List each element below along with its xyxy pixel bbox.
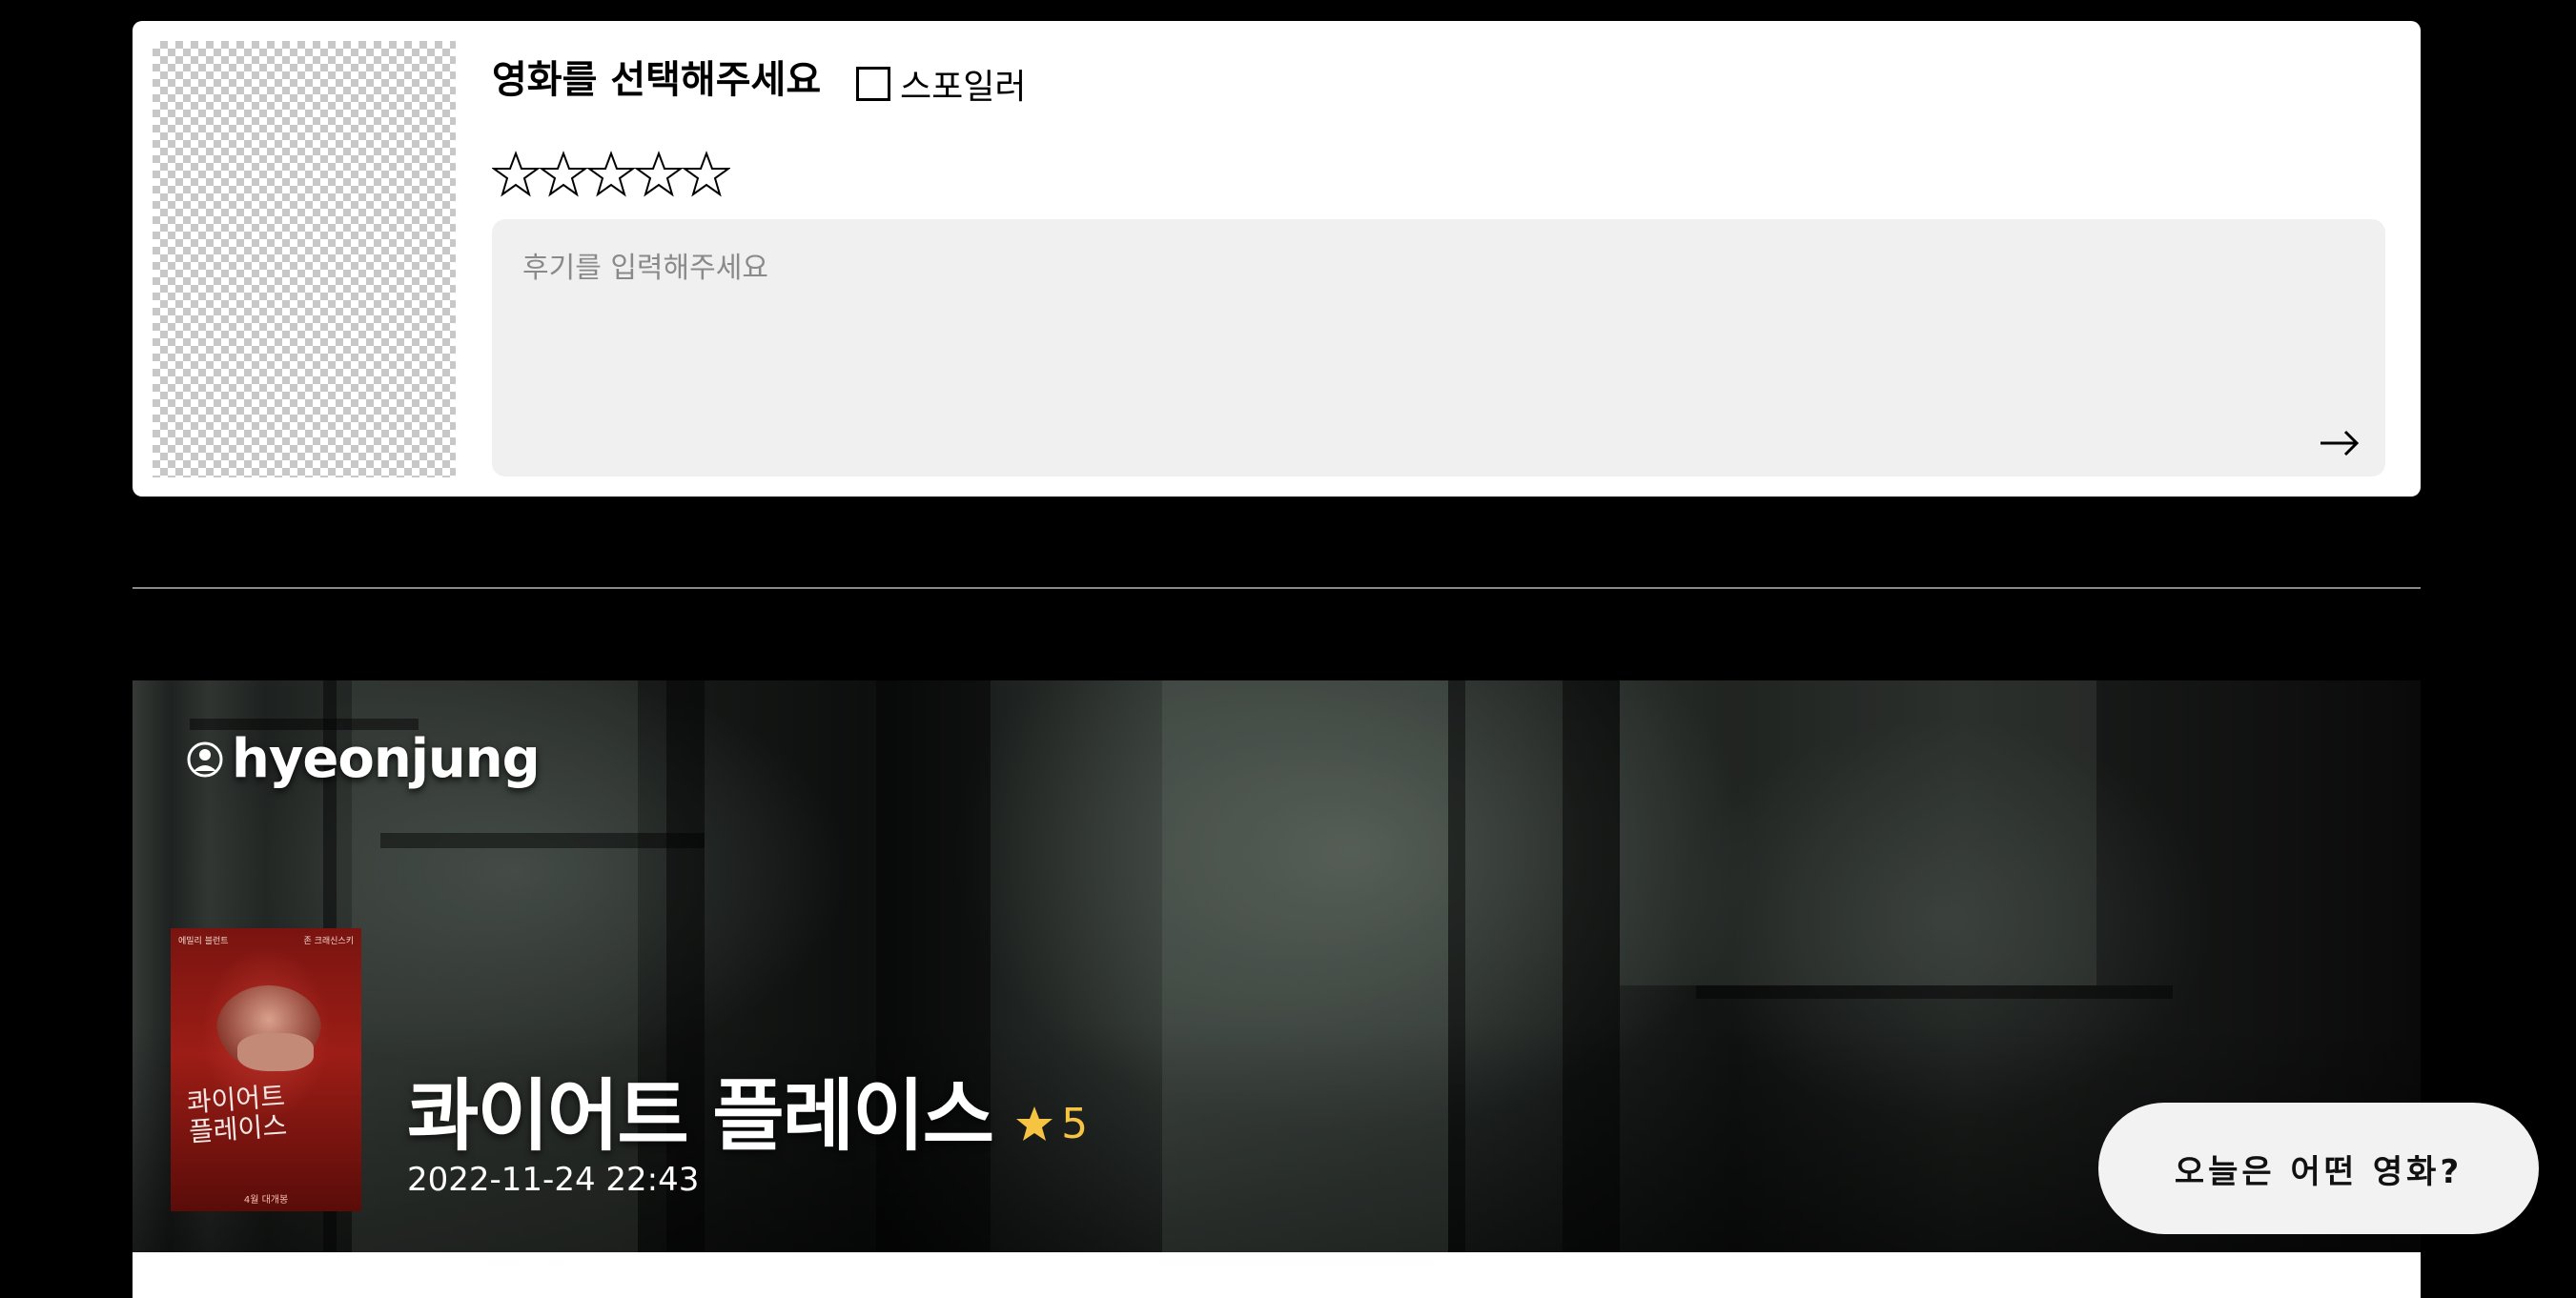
poster-credits: 에밀리 블런트 존 크래신스키 bbox=[178, 937, 354, 946]
spoiler-checkbox[interactable] bbox=[856, 67, 890, 101]
reviewer[interactable]: hyeonjung bbox=[186, 728, 541, 790]
page: 영화를 선택해주세요 스포일러 후기를 입력해주세요 hyeonjung 에밀리… bbox=[0, 0, 2576, 1298]
arrow-right-icon[interactable] bbox=[2319, 429, 2361, 457]
star-2-icon[interactable] bbox=[540, 151, 587, 198]
movie-poster[interactable]: 에밀리 블런트 존 크래신스키 콰이어트 플레이스 4월 대개봉 bbox=[171, 928, 361, 1211]
poster-title: 콰이어트 플레이스 bbox=[185, 1080, 289, 1148]
review-rating-value: 5 bbox=[1061, 1099, 1089, 1148]
reviewer-name: hyeonjung bbox=[232, 728, 541, 790]
rating-input[interactable] bbox=[492, 151, 730, 198]
star-1-icon[interactable] bbox=[492, 151, 540, 198]
star-icon bbox=[1016, 1106, 1053, 1141]
section-divider bbox=[133, 587, 2421, 589]
movie-poster-placeholder[interactable] bbox=[153, 41, 456, 477]
review-movie-title[interactable]: 콰이어트 플레이스 bbox=[407, 1052, 994, 1166]
star-3-icon[interactable] bbox=[587, 151, 635, 198]
recommend-movie-button[interactable]: 오늘은 어떤 영화? bbox=[2098, 1103, 2539, 1234]
review-card[interactable]: hyeonjung 에밀리 블런트 존 크래신스키 콰이어트 플레이스 4월 대… bbox=[133, 680, 2421, 1252]
review-title-row: 콰이어트 플레이스 5 bbox=[407, 1052, 1088, 1166]
spoiler-toggle[interactable]: 스포일러 bbox=[856, 59, 1026, 109]
review-input[interactable] bbox=[492, 219, 2385, 477]
review-text-area bbox=[492, 219, 2385, 477]
star-4-icon[interactable] bbox=[635, 151, 683, 198]
review-rating: 5 bbox=[1015, 1100, 1088, 1148]
review-composer: 영화를 선택해주세요 스포일러 bbox=[133, 21, 2421, 497]
movie-select-title[interactable]: 영화를 선택해주세요 bbox=[492, 55, 821, 105]
user-circle-icon bbox=[187, 741, 223, 777]
next-card-edge bbox=[133, 1252, 2421, 1298]
star-5-icon[interactable] bbox=[683, 151, 730, 198]
review-date: 2022-11-24 22:43 bbox=[407, 1161, 700, 1199]
spoiler-label: 스포일러 bbox=[900, 68, 1027, 107]
poster-release: 4월 대개봉 bbox=[243, 1195, 289, 1206]
